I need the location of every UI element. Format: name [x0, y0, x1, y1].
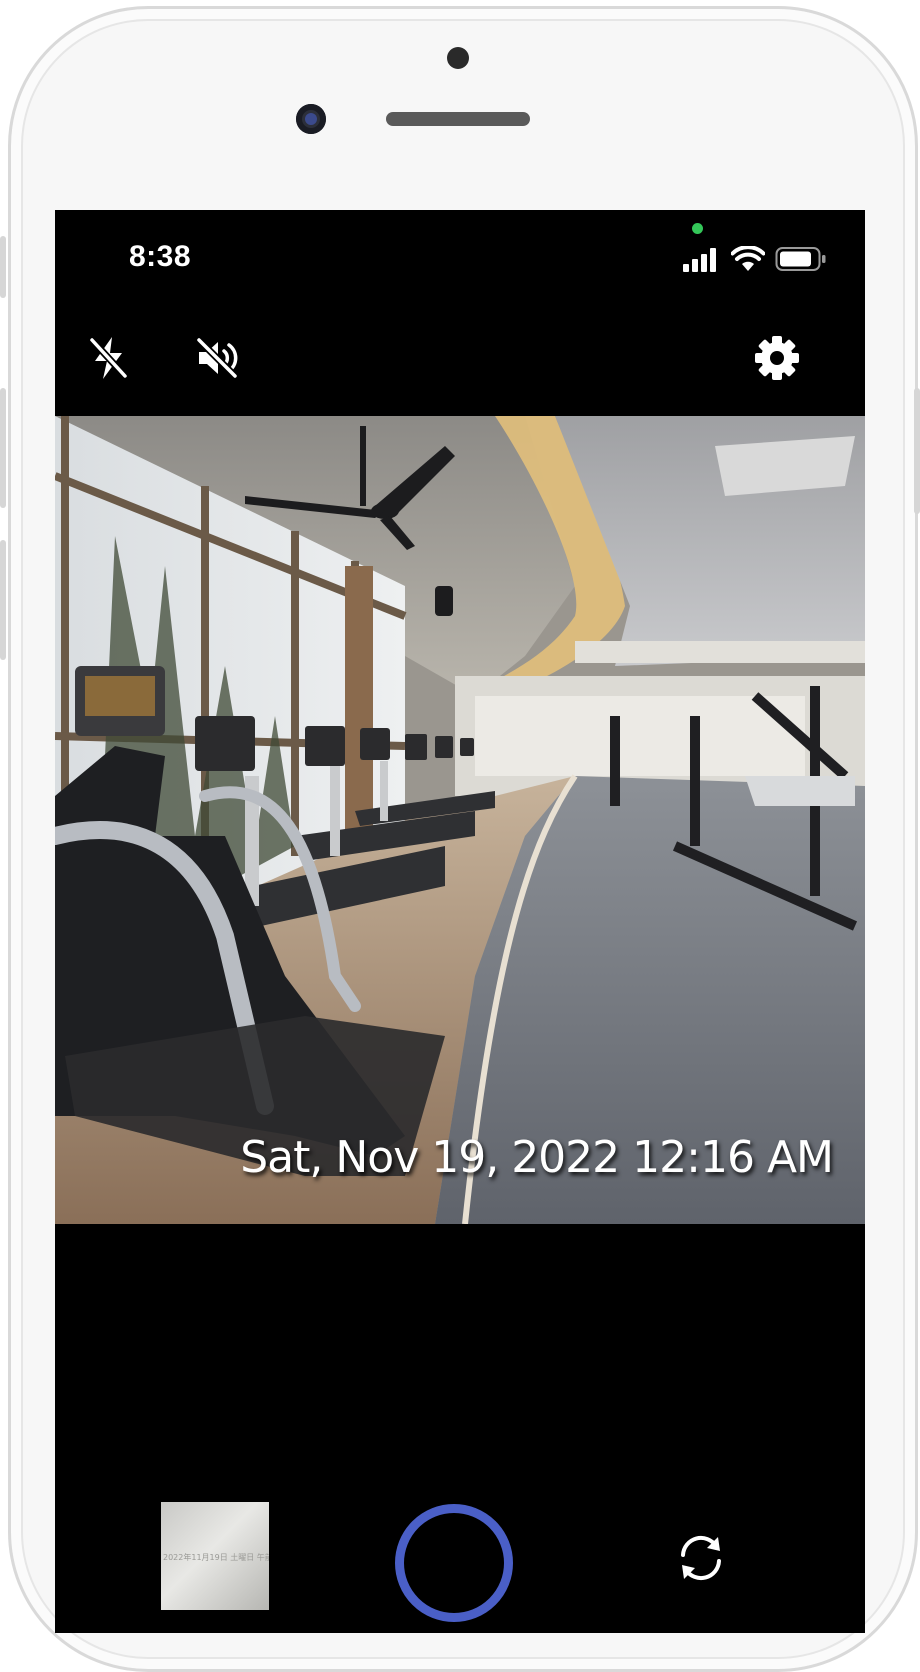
front-camera — [296, 104, 326, 134]
camera-viewfinder[interactable]: Sat, Nov 19, 2022 12:16 AM — [55, 416, 865, 1224]
status-bar: 8:38 — [55, 210, 865, 310]
viewfinder-photo — [55, 416, 865, 1224]
thumbnail-caption: 2022年11月19日 土曜日 午前0:16 — [163, 1553, 269, 1562]
flash-toggle-button[interactable] — [85, 334, 133, 382]
settings-button[interactable] — [753, 334, 801, 382]
wifi-icon — [731, 246, 765, 271]
sound-toggle-button[interactable] — [195, 334, 243, 382]
camera-flip-icon — [681, 1535, 721, 1581]
side-button-mute — [0, 236, 6, 298]
sound-muted-icon — [196, 337, 238, 379]
shutter-button[interactable] — [395, 1504, 513, 1622]
earpiece-speaker — [386, 112, 530, 126]
side-button-volume-down — [0, 540, 6, 660]
screen: 8:38 Sat, Nov 19, 2022 12:16 AM 2022年11月… — [55, 210, 865, 1633]
last-photo-thumbnail[interactable]: 2022年11月19日 土曜日 午前0:16 — [161, 1502, 269, 1610]
proximity-sensor — [447, 47, 469, 69]
side-button-volume-up — [0, 388, 6, 508]
status-time: 8:38 — [129, 240, 192, 273]
flash-off-icon — [89, 337, 128, 379]
camera-bottom-controls: 2022年11月19日 土曜日 午前0:16 — [55, 1224, 865, 1633]
mic-indicator-dot — [692, 223, 703, 234]
gear-icon — [755, 336, 799, 380]
signal-icon — [683, 248, 719, 272]
flip-camera-button[interactable] — [673, 1530, 729, 1586]
photo-timestamp: Sat, Nov 19, 2022 12:16 AM — [240, 1132, 834, 1183]
camera-top-controls — [55, 310, 865, 416]
battery-icon — [775, 247, 826, 271]
side-button-power — [914, 388, 920, 514]
